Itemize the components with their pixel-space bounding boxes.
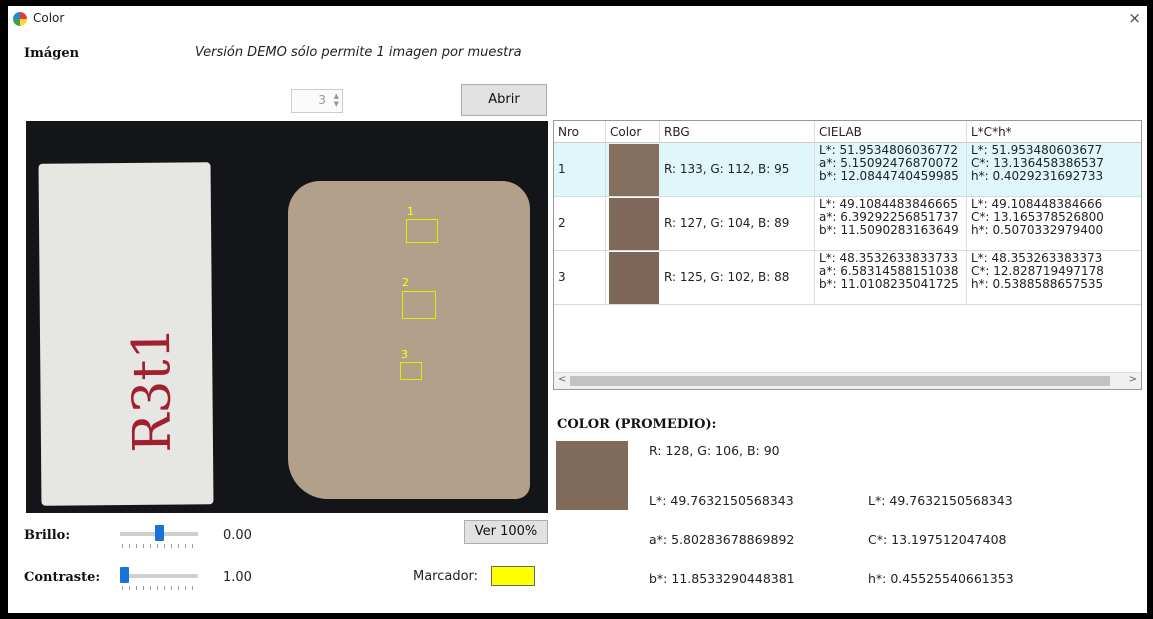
table-row[interactable]: 2 R: 127, G: 104, B: 89 L*: 49.108448384… bbox=[554, 197, 1141, 251]
marker-number: 1 bbox=[407, 205, 414, 218]
table-row[interactable]: 3 R: 125, G: 102, B: 88 L*: 48.353263383… bbox=[554, 251, 1141, 305]
lab-b: b*: 11.0108235041725 bbox=[819, 277, 959, 291]
table-row[interactable]: 1 R: 133, G: 112, B: 95 L*: 51.953480603… bbox=[554, 143, 1141, 197]
spinner-arrows-icon[interactable]: ▲ ▼ bbox=[334, 92, 339, 108]
view-100-button[interactable]: Ver 100% bbox=[464, 520, 548, 544]
scroll-right-icon[interactable]: > bbox=[1129, 374, 1137, 385]
row-color-swatch bbox=[609, 144, 659, 196]
marker-number: 3 bbox=[401, 348, 408, 361]
brightness-ticks bbox=[122, 544, 198, 548]
row-lch: L*: 49.108448384666 C*: 13.165378526800 … bbox=[967, 197, 1141, 250]
avg-lab-b: b*: 11.8533290448381 bbox=[649, 571, 795, 586]
open-button[interactable]: Abrir bbox=[461, 84, 547, 116]
avg-lab-a: a*: 5.80283678869892 bbox=[649, 532, 795, 547]
scrollbar-thumb[interactable] bbox=[570, 376, 1110, 386]
scroll-left-icon[interactable]: < bbox=[558, 374, 566, 385]
contrast-ticks bbox=[122, 586, 198, 590]
sample-image[interactable]: R3t1 1 2 3 bbox=[26, 121, 548, 513]
title-bar: Color × bbox=[8, 6, 1147, 32]
row-rgb: R: 125, G: 102, B: 88 bbox=[660, 251, 815, 304]
contrast-slider[interactable] bbox=[120, 574, 198, 578]
row-color-swatch bbox=[609, 198, 659, 250]
average-lch: L*: 49.7632150568343 C*: 13.197512047408… bbox=[868, 468, 1014, 611]
row-number: 1 bbox=[554, 143, 606, 196]
row-number: 3 bbox=[554, 251, 606, 304]
lab-b: b*: 11.5090283163649 bbox=[819, 223, 959, 237]
avg-lch-h: h*: 0.45525540661353 bbox=[868, 571, 1014, 586]
column-header[interactable]: CIELAB bbox=[815, 121, 967, 143]
label-paper: R3t1 bbox=[38, 162, 214, 506]
marker-label: Marcador: bbox=[413, 569, 479, 584]
column-header[interactable]: Color bbox=[606, 121, 660, 143]
image-label: Imágen bbox=[24, 46, 80, 61]
column-header[interactable]: Nro bbox=[554, 121, 606, 143]
brightness-value: 0.00 bbox=[223, 528, 252, 543]
column-header[interactable]: L*C*h* bbox=[967, 121, 1141, 143]
row-color-swatch bbox=[609, 252, 659, 304]
lch-h: h*: 0.5388588657535 bbox=[971, 277, 1104, 291]
row-rgb: R: 127, G: 104, B: 89 bbox=[660, 197, 815, 250]
row-cielab: L*: 49.1084483846665 a*: 6.3929225685173… bbox=[815, 197, 967, 250]
row-cielab: L*: 51.9534806036772 a*: 5.1509247687007… bbox=[815, 143, 967, 196]
brightness-label: Brillo: bbox=[24, 528, 71, 543]
brightness-slider-thumb[interactable] bbox=[155, 525, 164, 541]
marker-box-3[interactable] bbox=[400, 362, 422, 380]
marker-number: 2 bbox=[402, 276, 409, 289]
average-cielab: L*: 49.7632150568343 a*: 5.8028367886989… bbox=[649, 468, 795, 611]
contrast-slider-thumb[interactable] bbox=[120, 567, 129, 583]
color-window: Color × Imágen Versión DEMO sólo permite… bbox=[8, 6, 1147, 613]
lch-h: h*: 0.5070332979400 bbox=[971, 223, 1104, 237]
average-color-swatch bbox=[556, 441, 628, 510]
sample-count-spinner[interactable]: 3 ▲ ▼ bbox=[291, 89, 343, 113]
color-wheel-icon bbox=[13, 12, 27, 26]
contrast-label: Contraste: bbox=[24, 570, 101, 585]
lch-h: h*: 0.4029231692733 bbox=[971, 169, 1104, 183]
row-rgb: R: 133, G: 112, B: 95 bbox=[660, 143, 815, 196]
samples-table[interactable]: Nro Color RBG CIELAB L*C*h* 1 R: 133, G:… bbox=[553, 120, 1142, 390]
avg-lab-l: L*: 49.7632150568343 bbox=[649, 493, 794, 508]
average-color-title: COLOR (PROMEDIO): bbox=[557, 417, 717, 432]
spinner-value: 3 bbox=[318, 93, 326, 107]
row-lch: L*: 51.953480603677 C*: 13.136458386537 … bbox=[967, 143, 1141, 196]
marker-box-1[interactable] bbox=[406, 219, 438, 243]
window-title: Color bbox=[33, 11, 65, 25]
avg-lch-c: C*: 13.197512047408 bbox=[868, 532, 1007, 547]
contrast-value: 1.00 bbox=[223, 570, 252, 585]
demo-notice: Versión DEMO sólo permite 1 imagen por m… bbox=[195, 45, 522, 60]
average-rgb: R: 128, G: 106, B: 90 bbox=[649, 443, 780, 458]
row-number: 2 bbox=[554, 197, 606, 250]
handwritten-label: R3t1 bbox=[121, 326, 184, 454]
column-header[interactable]: RBG bbox=[660, 121, 815, 143]
close-icon[interactable]: × bbox=[1128, 9, 1141, 27]
marker-color-swatch[interactable] bbox=[491, 566, 535, 586]
lab-b: b*: 12.0844740459985 bbox=[819, 169, 959, 183]
marker-box-2[interactable] bbox=[402, 291, 436, 319]
horizontal-scrollbar[interactable]: < > bbox=[554, 372, 1141, 389]
row-cielab: L*: 48.3532633833733 a*: 6.5831458815103… bbox=[815, 251, 967, 304]
avg-lch-l: L*: 49.7632150568343 bbox=[868, 493, 1013, 508]
row-lch: L*: 48.353263383373 C*: 12.828719497178 … bbox=[967, 251, 1141, 304]
